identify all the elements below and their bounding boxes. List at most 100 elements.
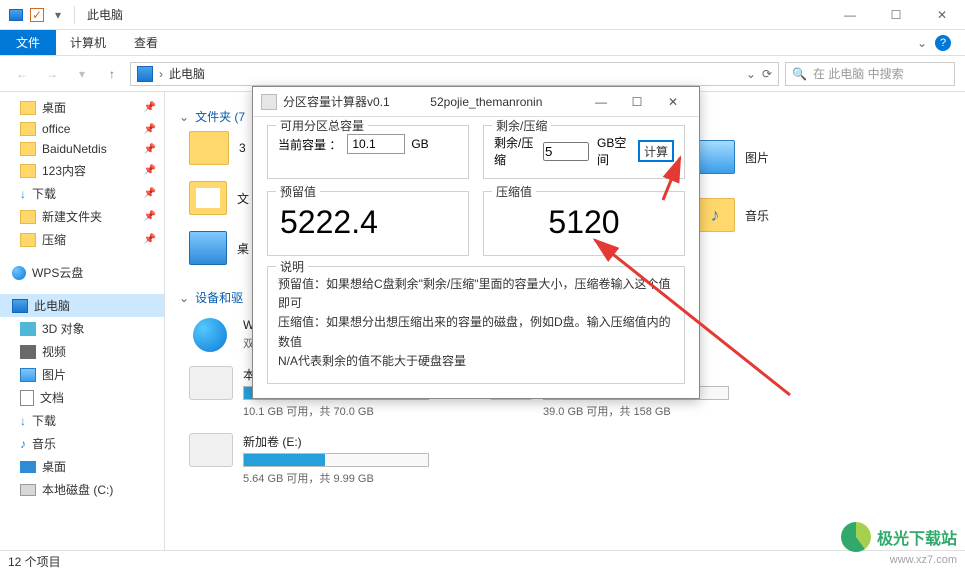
fieldset-legend: 压缩值 <box>492 183 536 200</box>
expand-ribbon-icon[interactable]: ⌄ <box>917 36 927 50</box>
up-button[interactable]: ↑ <box>100 62 124 86</box>
watermark-url: www.xz7.com <box>890 554 957 566</box>
sidebar-item-wps[interactable]: WPS云盘 <box>0 261 164 284</box>
pin-icon: 📌 <box>144 124 156 135</box>
calculate-button[interactable]: 计算 <box>638 140 674 162</box>
folder-icon <box>20 142 36 156</box>
maximize-button[interactable]: ☐ <box>873 0 919 30</box>
sidebar-item-desktop[interactable]: 桌面📌 <box>0 96 164 119</box>
folder-icon <box>189 181 227 215</box>
checkbox-icon[interactable]: ✓ <box>30 8 44 22</box>
sidebar-item-download2[interactable]: ↓ 下载 <box>0 409 164 432</box>
compress-value-fieldset: 压缩值 5120 <box>483 191 685 256</box>
sidebar-item-3d[interactable]: 3D 对象 <box>0 317 164 340</box>
folder-label: 3 <box>239 141 246 155</box>
fieldset-legend: 预留值 <box>276 183 320 200</box>
sidebar-item-thispc[interactable]: 此电脑 <box>0 294 164 317</box>
device-drive-e[interactable]: 新加卷 (E:) 5.64 GB 可用，共 9.99 GB <box>189 433 429 486</box>
refresh-icon[interactable]: ⟳ <box>762 67 772 81</box>
item-count: 12 个项目 <box>8 553 61 570</box>
folder-label: 文 <box>237 190 249 207</box>
drive-icon <box>189 433 233 467</box>
view-tab[interactable]: 查看 <box>120 30 172 55</box>
usage-bar <box>243 453 429 467</box>
fieldset-legend: 可用分区总容量 <box>276 117 368 134</box>
sidebar-item-123[interactable]: 123内容📌 <box>0 159 164 182</box>
window-titlebar: ✓ ▾ 此电脑 — ☐ ✕ <box>0 0 965 30</box>
folder-label: 桌 <box>237 240 249 257</box>
sidebar-item-label: 此电脑 <box>34 297 70 314</box>
3d-icon <box>20 322 36 336</box>
sidebar-item-label: 下载 <box>32 412 56 429</box>
sidebar-item-label: 桌面 <box>42 458 66 475</box>
close-button[interactable]: ✕ <box>919 0 965 30</box>
sidebar-item-documents[interactable]: 文档 <box>0 386 164 409</box>
sidebar-item-newfolder[interactable]: 新建文件夹 📌 <box>0 205 164 228</box>
current-capacity-input[interactable] <box>347 134 405 154</box>
section-title: 设备和驱 <box>195 289 243 306</box>
pc-icon <box>137 66 153 82</box>
dropdown-icon[interactable]: ▾ <box>50 7 66 23</box>
folder-item-pictures[interactable]: 图片 <box>695 140 915 174</box>
pin-icon: 📌 <box>144 211 156 222</box>
dialog-body: 可用分区总容量 当前容量 ： GB 剩余/压缩 剩余/压缩 GB空间 计算 预留… <box>253 117 699 398</box>
folder-item[interactable]: 3 <box>189 131 249 165</box>
picture-icon <box>695 140 735 174</box>
note-line: N/A代表剩余的值不能大于硬盘容量 <box>278 352 674 371</box>
dialog-window-controls: — ☐ ✕ <box>583 88 691 116</box>
dialog-titlebar[interactable]: 分区容量计算器v0.1 52pojie_themanronin — ☐ ✕ <box>253 87 699 117</box>
minimize-button[interactable]: — <box>827 0 873 30</box>
back-button[interactable]: ← <box>10 62 34 86</box>
sidebar-item-label: 新建文件夹 <box>42 208 102 225</box>
chevron-right-icon[interactable]: › <box>159 67 163 81</box>
quick-access-toolbar: ✓ ▾ <box>0 6 77 24</box>
folder-item[interactable]: 文 <box>189 181 249 215</box>
folders-right-col: 图片 ♪音乐 <box>695 140 915 232</box>
file-tab[interactable]: 文件 <box>0 30 56 55</box>
sidebar-item-label: 3D 对象 <box>42 320 85 337</box>
pc-icon <box>8 7 24 23</box>
app-icon <box>261 94 277 110</box>
forward-button[interactable]: → <box>40 62 64 86</box>
download-icon: ↓ <box>20 414 26 428</box>
pin-icon: 📌 <box>144 165 156 176</box>
sidebar-item-drive-c[interactable]: 本地磁盘 (C:) <box>0 478 164 501</box>
picture-icon <box>20 368 36 382</box>
sidebar-item-music[interactable]: ♪音乐 <box>0 432 164 455</box>
sidebar-item-downloads[interactable]: ↓下载📌 <box>0 182 164 205</box>
minimize-button[interactable]: — <box>583 88 619 116</box>
status-bar: 12 个项目 <box>0 550 965 572</box>
maximize-button[interactable]: ☐ <box>619 88 655 116</box>
desktop-icon <box>189 231 227 265</box>
address-bar[interactable]: › 此电脑 ⌄ ⟳ <box>130 62 779 86</box>
search-input[interactable]: 🔍 在 此电脑 中搜索 <box>785 62 955 86</box>
sidebar-item-baidu[interactable]: BaiduNetdis📌 <box>0 139 164 159</box>
dropdown-icon[interactable]: ⌄ <box>746 67 756 81</box>
folder-label: 音乐 <box>745 207 769 224</box>
help-icon[interactable]: ? <box>935 35 951 51</box>
window-title: 此电脑 <box>77 6 123 23</box>
folder-icon <box>20 164 36 178</box>
breadcrumb-segment[interactable]: 此电脑 <box>169 65 205 82</box>
folder-item-music[interactable]: ♪音乐 <box>695 198 915 232</box>
pc-icon <box>12 299 28 313</box>
sidebar-item-video[interactable]: 视频 <box>0 340 164 363</box>
sidebar-item-pictures[interactable]: 图片 <box>0 363 164 386</box>
search-icon: 🔍 <box>792 67 807 81</box>
remain-compress-input[interactable] <box>543 142 589 161</box>
sidebar-item-compress[interactable]: 压缩📌 <box>0 228 164 251</box>
history-dropdown[interactable]: ▾ <box>70 62 94 86</box>
dialog-title: 分区容量计算器v0.1 <box>283 93 390 110</box>
close-button[interactable]: ✕ <box>655 88 691 116</box>
note-line: 压缩值：如果想分出想压缩出来的容量的磁盘，例如D盘。输入压缩值内的数值 <box>278 313 674 351</box>
computer-tab[interactable]: 计算机 <box>56 30 120 55</box>
compress-value: 5120 <box>494 200 674 245</box>
sidebar-item-office[interactable]: office📌 <box>0 119 164 139</box>
sidebar-item-desktop2[interactable]: 桌面 <box>0 455 164 478</box>
folder-item[interactable]: 桌 <box>189 231 249 265</box>
download-icon: ↓ <box>20 187 26 201</box>
caret-down-icon: ⌄ <box>179 291 189 305</box>
fieldset-legend: 说明 <box>276 258 308 275</box>
reserved-value-fieldset: 预留值 5222.4 <box>267 191 469 256</box>
pin-icon: 📌 <box>144 144 156 155</box>
